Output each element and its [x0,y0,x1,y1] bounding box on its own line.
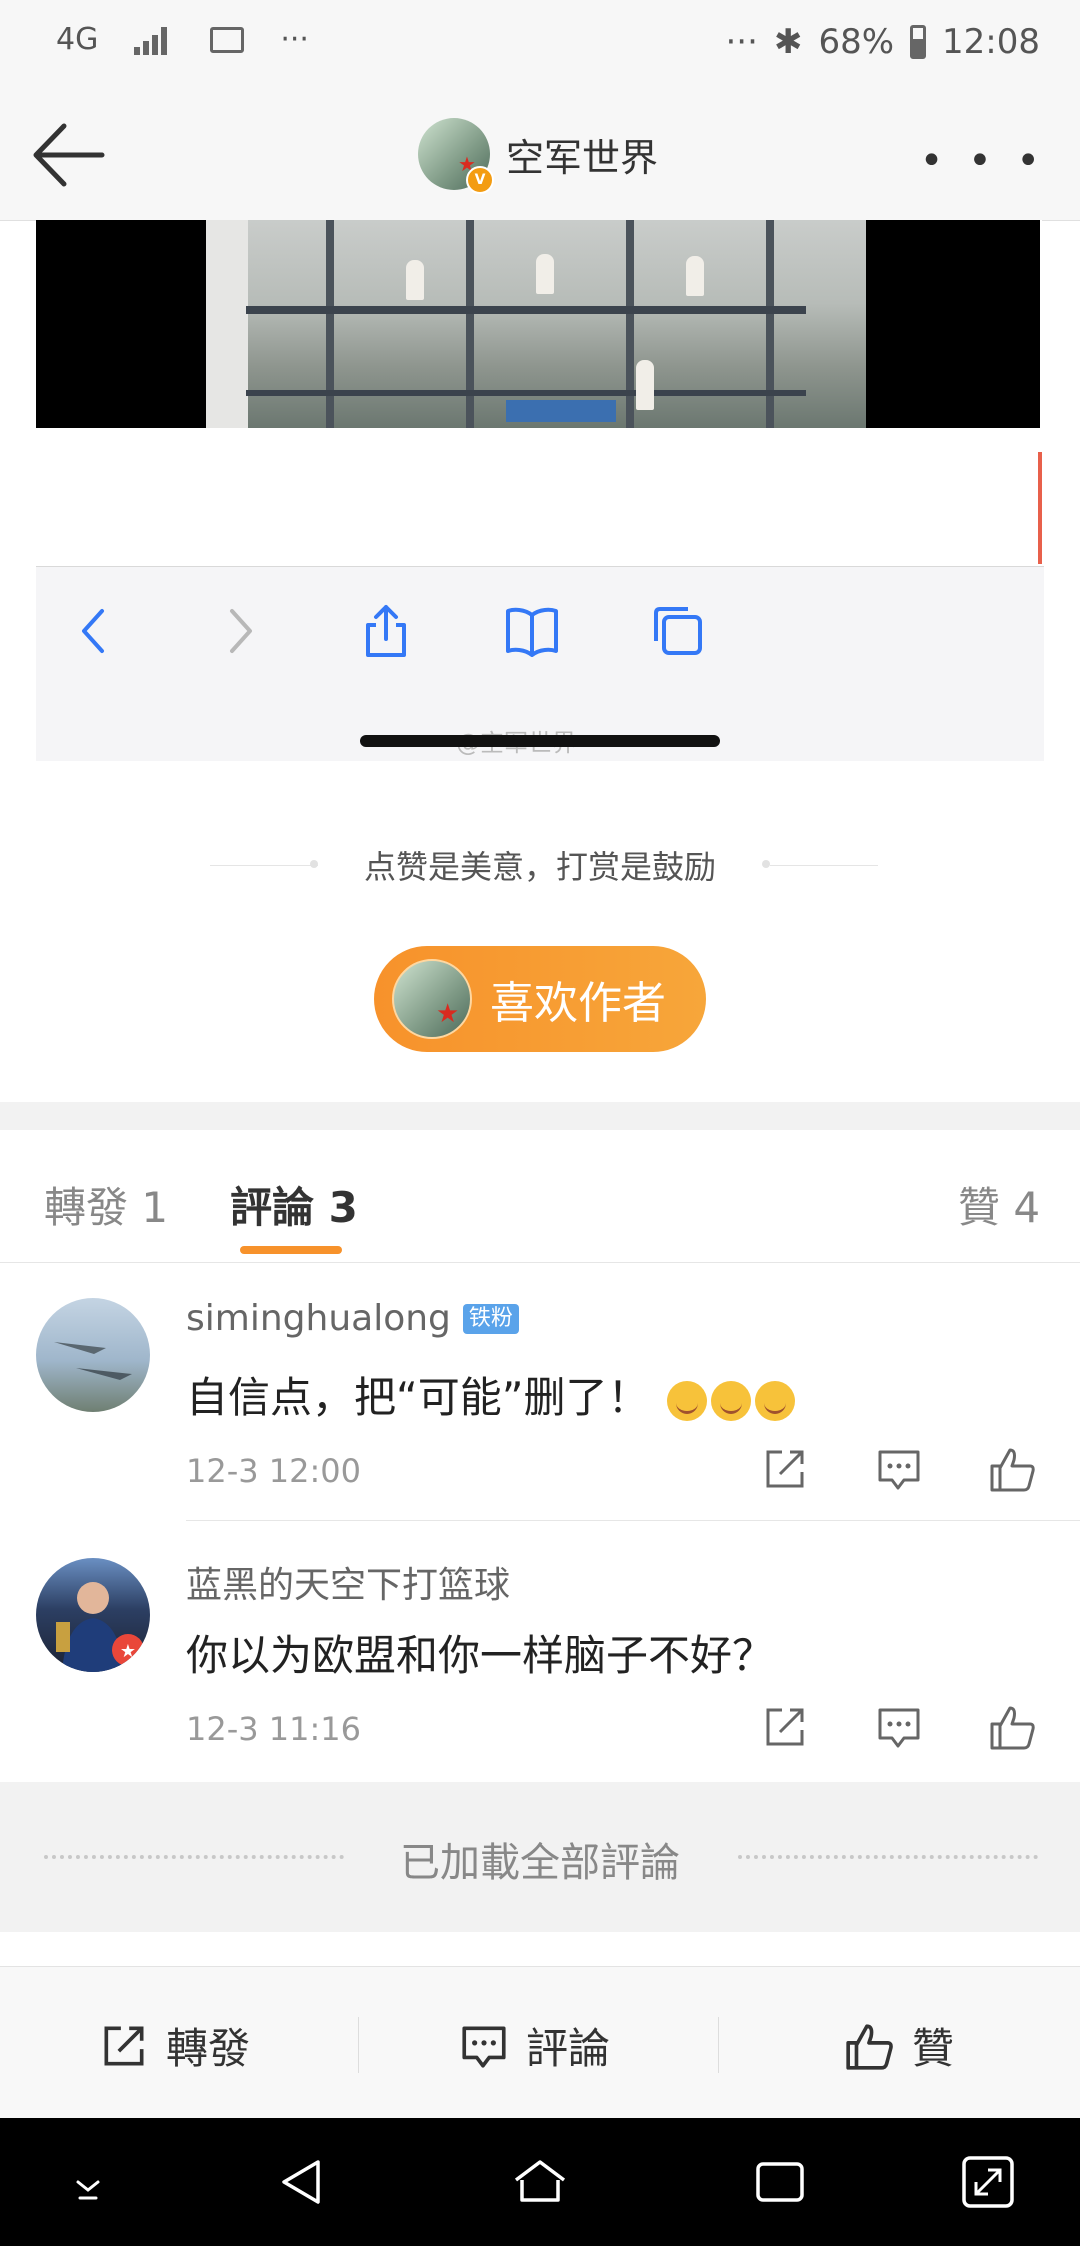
repost-button[interactable]: 轉發 [98,2015,250,2076]
account-avatar[interactable]: ★ V [418,118,494,194]
bottom-action-bar: 轉發 評論 贊 [0,1966,1080,2119]
comment-time: 12-3 11:16 [186,1710,362,1748]
signal-icon [134,25,174,55]
account-header[interactable]: ★ V 空军世界 [418,118,658,194]
comment-divider [186,1520,1080,1521]
browser-toolbar: @空军世界 [36,566,1044,761]
comment-actions [760,1444,1040,1494]
status-more: ··· [725,22,758,62]
browser-back-icon [82,609,104,653]
tab-likes[interactable]: 贊 4 [958,1174,1040,1235]
section-divider [0,1102,1080,1130]
nav-home-icon[interactable] [508,2150,572,2214]
comment-time: 12-3 12:00 [186,1452,362,1490]
thumbs-up-icon[interactable] [988,1444,1038,1494]
reply-icon[interactable] [874,1444,924,1494]
comment-label: 評論 [526,2024,611,2073]
dotted-line-right [738,1855,1038,1859]
repost-icon [104,2026,144,2065]
status-left: 4G ··· [56,22,309,57]
share-icon [366,605,406,657]
comment-text: 你以为欧盟和你一样脑子不好？ [186,1631,775,1680]
action-separator [358,2017,359,2073]
comment-icon [462,2026,506,2068]
comment-item: siminghualong 铁粉 自信点，把“可能”删了！ 12-3 12:00 [0,1262,1080,1522]
comment-body: 自信点，把“可能”删了！ [186,1373,650,1422]
slogan-dot-right [762,860,770,868]
comment-text: 自信点，把“可能”删了！ [186,1364,795,1425]
network-type: 4G [56,22,99,57]
action-separator [718,2017,719,2073]
grin-emoji-icon [754,1380,795,1421]
reply-icon[interactable] [874,1702,924,1752]
repost-icon[interactable] [760,1702,810,1752]
slogan-line-right [770,865,878,866]
svg-text:★: ★ [120,1641,136,1662]
hide-keyboard-icon[interactable] [56,2150,120,2214]
all-comments-loaded-text: 已加載全部評論 [400,1840,680,1886]
red-star-icon: ★ [436,999,460,1029]
status-overflow: ··· [280,22,309,57]
scroll-indicator [1038,452,1042,564]
bluetooth-icon: ✱ [773,22,803,62]
grin-emoji-icon [666,1380,707,1421]
browser-forward-icon [230,609,252,653]
thumbs-up-icon [846,2023,893,2070]
tab-reposts[interactable]: 轉發 1 [44,1174,168,1235]
bookmarks-icon [506,607,558,657]
battery-level: 68% [818,22,895,62]
system-nav-bar [0,2118,1080,2246]
status-bar: 4G ··· ··· ✱ 68% 12:08 [0,0,1080,90]
fan-badge: 铁粉 [462,1303,519,1334]
all-comments-loaded: 已加載全部評論 [0,1782,1080,1932]
top-nav-bar: ★ V 空军世界 • • • [0,90,1080,221]
tab-comments[interactable]: 評論 3 [230,1174,358,1235]
repost-icon[interactable] [760,1444,810,1494]
gallery-notification-icon [210,26,245,53]
back-arrow-icon[interactable] [30,122,106,188]
tabs-icon [654,607,702,655]
commenter-username[interactable]: 蓝黑的天空下打篮球 [186,1556,510,1608]
battery-icon [910,25,927,59]
like-author-label: 喜欢作者 [490,978,666,1029]
verified-badge-icon: V [466,166,494,194]
nav-back-icon[interactable] [270,2150,334,2214]
thumbs-up-icon[interactable] [988,1702,1038,1752]
status-right: ··· ✱ 68% 12:08 [726,22,1041,62]
comment-item: ★ 蓝黑的天空下打篮球 你以为欧盟和你一样脑子不好？ 12-3 11:16 [0,1522,1080,1780]
post-image[interactable]: @空军世界 [36,220,1044,761]
more-options-icon[interactable]: • • • [920,138,1046,184]
commenter-username[interactable]: siminghualong [186,1298,451,1339]
clock: 12:08 [942,22,1040,62]
interaction-tabs: 轉發 1 評論 3 贊 4 [0,1130,1080,1263]
video-frame [36,220,1040,428]
nav-recents-icon[interactable] [748,2150,812,2214]
account-name[interactable]: 空军世界 [506,127,658,182]
comment-button[interactable]: 評論 [458,2015,610,2076]
commenter-avatar[interactable] [36,1298,150,1412]
like-author-button[interactable]: ★ 喜欢作者 [374,946,706,1052]
active-tab-indicator [240,1246,342,1254]
commenter-name[interactable]: 蓝黑的天空下打篮球 [186,1556,510,1608]
comment-actions [760,1702,1040,1752]
author-avatar: ★ [392,959,472,1039]
grin-emoji-icon [710,1380,751,1421]
home-indicator [360,735,720,747]
repost-label: 轉發 [166,2024,251,2073]
commenter-name[interactable]: siminghualong 铁粉 [186,1298,519,1339]
commenter-avatar[interactable]: ★ [36,1558,150,1672]
like-label: 贊 [912,2024,955,2073]
like-button[interactable]: 贊 [844,2015,954,2076]
nav-expand-icon[interactable] [956,2150,1020,2214]
reward-slogan: 点赞是美意，打赏是鼓励 [363,848,716,886]
office-scene-image [206,220,866,428]
